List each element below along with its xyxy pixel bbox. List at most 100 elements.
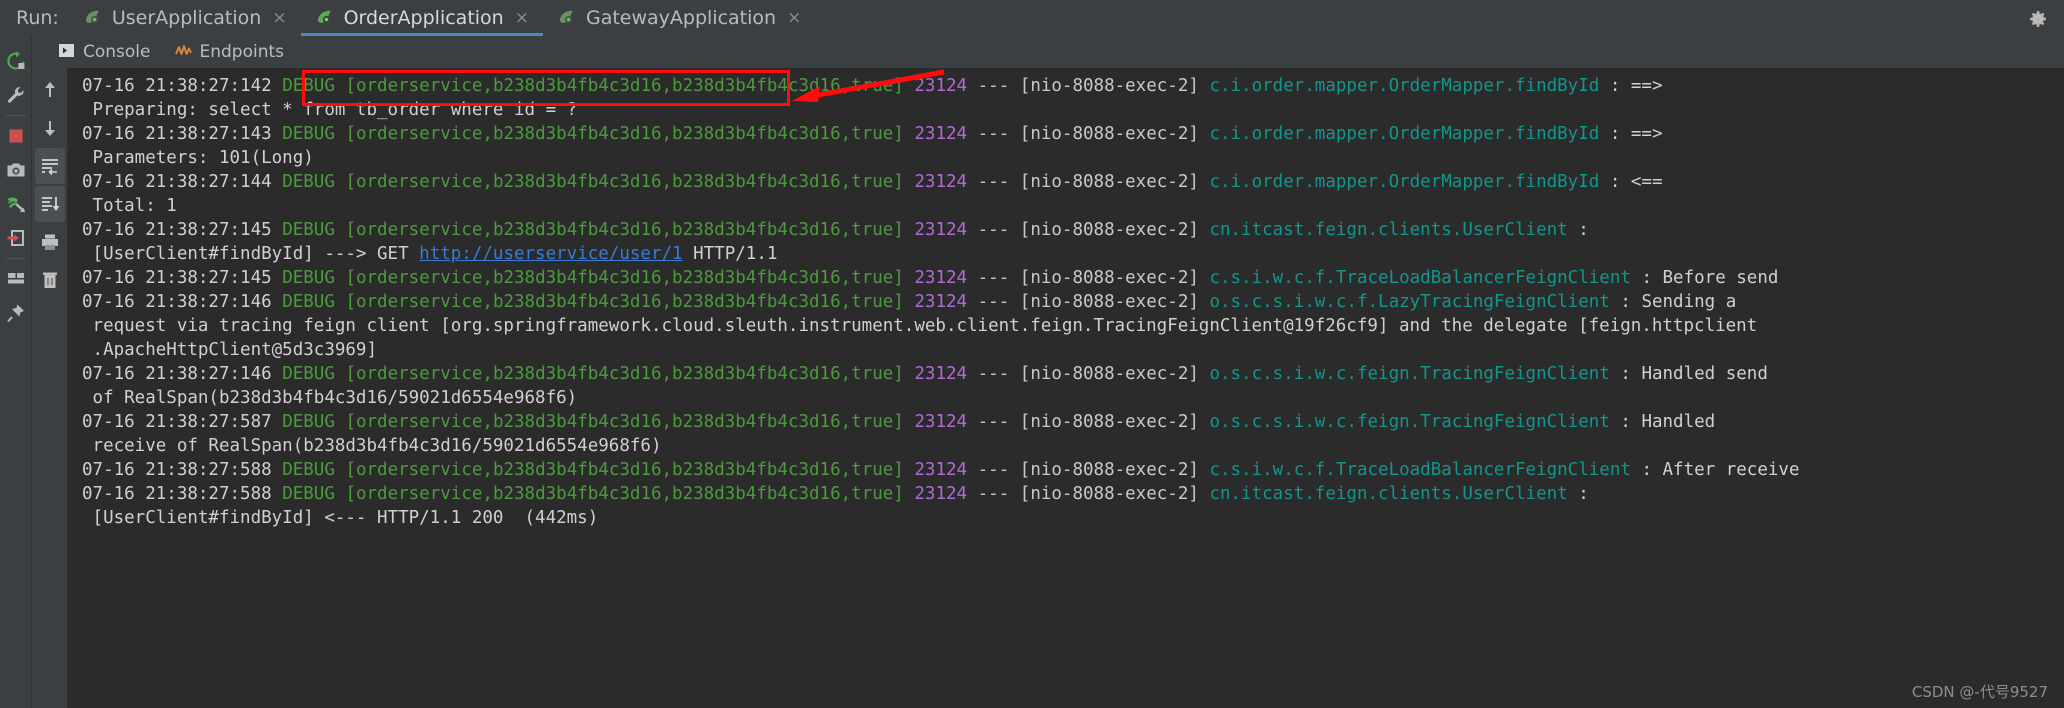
tab-endpoints-label: Endpoints [199, 42, 285, 62]
log-trace-context: [orderservice,b238d3b4fb4c3d16,b238d3b4f… [345, 484, 904, 504]
log-pid: 23124 [914, 484, 968, 504]
log-line: Total: 1 [82, 194, 2064, 218]
log-pid: 23124 [914, 292, 968, 312]
log-trace-context: [orderservice,b238d3b4fb4c3d16,b238d3b4f… [345, 172, 904, 192]
log-message: : Before send [1641, 268, 1779, 288]
log-line: 07-16 21:38:27:588 DEBUG [orderservice,b… [82, 458, 2064, 482]
console-icon [58, 42, 75, 63]
run-tab-orderapplication[interactable]: OrderApplication × [300, 0, 544, 36]
log-trace-context: [orderservice,b238d3b4fb4c3d16,b238d3b4f… [345, 124, 904, 144]
print-icon[interactable] [35, 224, 65, 260]
log-logger: c.s.i.w.c.f.TraceLoadBalancerFeignClient [1209, 460, 1631, 480]
log-continuation: request via tracing feign client [org.sp… [82, 316, 1758, 336]
log-line: [UserClient#findById] ---> GET http://us… [82, 242, 2064, 266]
log-timestamp: 07-16 21:38:27:145 [82, 220, 272, 240]
log-logger: cn.itcast.feign.clients.UserClient [1209, 220, 1568, 240]
log-separator: --- [977, 292, 1010, 312]
log-line: Preparing: select * from tb_order where … [82, 98, 2064, 122]
log-level: DEBUG [282, 76, 335, 96]
log-trace-context: [orderservice,b238d3b4fb4c3d16,b238d3b4f… [345, 292, 904, 312]
log-level: DEBUG [282, 220, 335, 240]
log-separator: --- [977, 76, 1010, 96]
log-continuation: of RealSpan(b238d3b4fb4c3d16/59021d6554e… [82, 388, 578, 408]
log-pid: 23124 [914, 460, 968, 480]
log-timestamp: 07-16 21:38:27:142 [82, 76, 272, 96]
run-tab-userapplication[interactable]: UserApplication × [69, 0, 301, 36]
log-continuation: Parameters: 101(Long) [82, 148, 314, 168]
log-line: 07-16 21:38:27:588 DEBUG [orderservice,b… [82, 482, 2064, 506]
log-line: receive of RealSpan(b238d3b4fb4c3d16/590… [82, 434, 2064, 458]
tab-console[interactable]: Console [48, 39, 161, 66]
run-side-toolbar [0, 36, 32, 708]
log-thread: [nio-8088-exec-2] [1019, 292, 1199, 312]
log-timestamp: 07-16 21:38:27:146 [82, 292, 272, 312]
toolbar-separator [5, 115, 26, 116]
log-timestamp: 07-16 21:38:27:588 [82, 460, 272, 480]
log-logger: o.s.c.s.i.w.c.feign.TracingFeignClient [1209, 412, 1610, 432]
camera-icon[interactable] [0, 153, 32, 187]
spring-boot-icon [83, 8, 103, 28]
log-trace-context: [orderservice,b238d3b4fb4c3d16,b238d3b4f… [345, 460, 904, 480]
pin-icon[interactable] [0, 296, 32, 330]
log-pid: 23124 [914, 76, 968, 96]
log-pid: 23124 [914, 124, 968, 144]
arrow-up-icon[interactable] [35, 72, 65, 108]
arrow-down-icon[interactable] [35, 110, 65, 146]
log-separator: --- [977, 268, 1010, 288]
log-line: 07-16 21:38:27:146 DEBUG [orderservice,b… [82, 362, 2064, 386]
log-thread: [nio-8088-exec-2] [1019, 76, 1199, 96]
stop-icon[interactable] [0, 119, 32, 153]
log-message: : Handled send [1620, 364, 1768, 384]
log-pid: 23124 [914, 220, 968, 240]
trash-icon[interactable] [35, 262, 65, 298]
close-icon[interactable]: × [513, 9, 529, 27]
log-timestamp: 07-16 21:38:27:144 [82, 172, 272, 192]
tab-console-label: Console [83, 42, 151, 62]
wrench-icon[interactable] [0, 78, 32, 112]
close-icon[interactable]: × [785, 9, 801, 27]
log-message: : Sending a [1620, 292, 1737, 312]
rerun-icon[interactable] [0, 44, 32, 78]
log-message: : ==> [1609, 124, 1663, 144]
log-separator: --- [977, 364, 1010, 384]
log-separator: --- [977, 124, 1010, 144]
run-tab-bar: Run: UserApplication × OrderApplication … [0, 0, 2064, 36]
toolbar-separator [5, 258, 26, 259]
gear-icon[interactable] [2026, 7, 2050, 31]
run-tab-label: OrderApplication [343, 7, 504, 29]
log-trace-context: [orderservice,b238d3b4fb4c3d16,b238d3b4f… [345, 268, 904, 288]
log-line: 07-16 21:38:27:143 DEBUG [orderservice,b… [82, 122, 2064, 146]
log-logger: o.s.c.s.i.w.c.feign.TracingFeignClient [1209, 364, 1610, 384]
log-continuation: Preparing: select * from tb_order where … [82, 100, 578, 120]
log-separator: --- [977, 412, 1010, 432]
log-pid: 23124 [914, 268, 968, 288]
layout-icon[interactable] [0, 262, 32, 296]
log-timestamp: 07-16 21:38:27:145 [82, 268, 272, 288]
scroll-to-end-icon[interactable] [34, 186, 65, 222]
run-tab-gatewayapplication[interactable]: GatewayApplication × [543, 0, 815, 36]
log-url-link[interactable]: http://userservice/user/1 [419, 244, 682, 264]
log-separator: --- [977, 460, 1010, 480]
log-logger: c.s.i.w.c.f.TraceLoadBalancerFeignClient [1209, 268, 1631, 288]
log-trace-context: [orderservice,b238d3b4fb4c3d16,b238d3b4f… [345, 412, 904, 432]
log-level: DEBUG [282, 412, 335, 432]
console-output[interactable]: 07-16 21:38:27:142 DEBUG [orderservice,b… [68, 68, 2064, 708]
log-line: Parameters: 101(Long) [82, 146, 2064, 170]
tab-endpoints[interactable]: Endpoints [165, 39, 295, 66]
run-tab-label: UserApplication [111, 7, 262, 29]
console-side-toolbar [32, 68, 68, 708]
dump-threads-icon[interactable] [0, 187, 32, 221]
log-level: DEBUG [282, 292, 335, 312]
log-line: 07-16 21:38:27:145 DEBUG [orderservice,b… [82, 218, 2064, 242]
log-message: : [1578, 220, 1589, 240]
soft-wrap-icon[interactable] [34, 148, 65, 184]
log-pid: 23124 [914, 172, 968, 192]
log-logger: c.i.order.mapper.OrderMapper.findById [1209, 76, 1600, 96]
log-line: request via tracing feign client [org.sp… [82, 314, 2064, 338]
log-message: : <== [1609, 172, 1663, 192]
exit-icon[interactable] [0, 221, 32, 255]
log-level: DEBUG [282, 364, 335, 384]
log-thread: [nio-8088-exec-2] [1019, 364, 1199, 384]
log-trace-context: [orderservice,b238d3b4fb4c3d16,b238d3b4f… [345, 364, 904, 384]
close-icon[interactable]: × [270, 9, 286, 27]
